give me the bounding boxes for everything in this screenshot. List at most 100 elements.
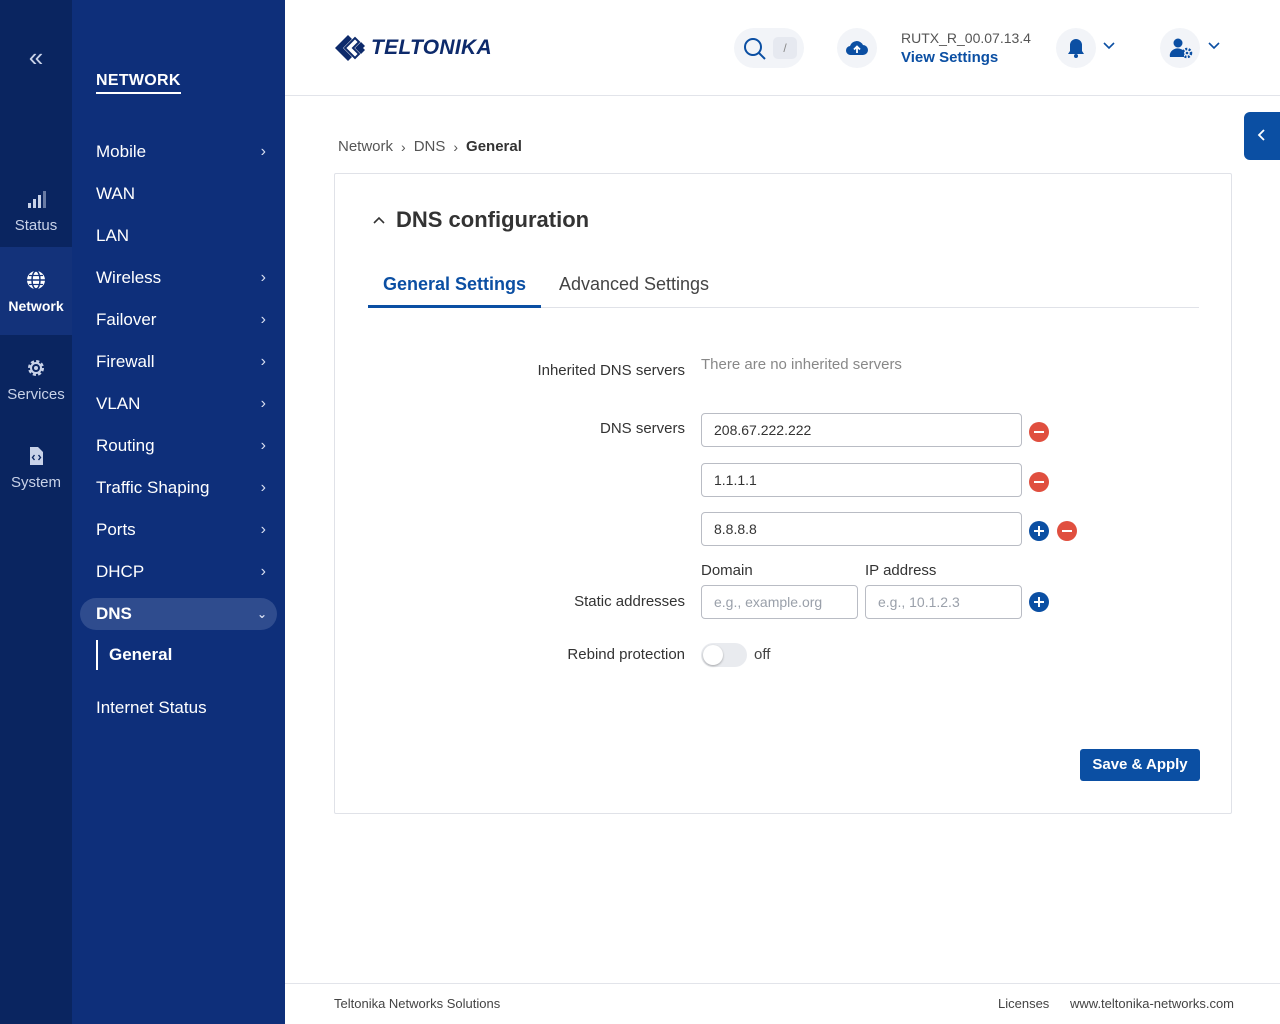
- subnav-item-dhcp[interactable]: DHCP ›: [96, 556, 276, 588]
- rail-item-status[interactable]: Status: [0, 166, 72, 254]
- domain-column-header: Domain: [701, 562, 753, 579]
- inherited-dns-label: Inherited DNS servers: [537, 362, 685, 379]
- rebind-protection-toggle[interactable]: [701, 643, 747, 667]
- settings-tabs: General Settings Advanced Settings: [368, 268, 1199, 308]
- cloud-upload-icon: [845, 41, 868, 56]
- toggle-knob: [703, 645, 723, 665]
- teltonika-logo[interactable]: TELTONIKA: [333, 30, 492, 66]
- dns-server-input-1[interactable]: 208.67.222.222: [701, 413, 1022, 447]
- footer-company: Teltonika Networks Solutions: [334, 996, 501, 1011]
- subnav-item-mobile[interactable]: Mobile ›: [96, 136, 276, 168]
- rail-item-network[interactable]: Network: [0, 247, 72, 335]
- subnav-item-wan[interactable]: WAN: [96, 178, 276, 210]
- add-dns-server-button[interactable]: [1029, 521, 1049, 541]
- section-title: DNS configuration: [396, 207, 590, 232]
- rebind-protection-state: off: [754, 646, 771, 663]
- subnav-label: Mobile: [96, 142, 147, 161]
- rail-label-status: Status: [14, 217, 58, 234]
- top-header: TELTONIKA / RUTX_R_00.07.13.4 View Setti…: [285, 0, 1280, 96]
- chevron-right-icon: ›: [453, 138, 459, 155]
- subnav-item-failover[interactable]: Failover ›: [96, 304, 276, 336]
- subnav-label: Traffic Shaping: [96, 478, 210, 497]
- rail-label-network: Network: [8, 298, 64, 314]
- notifications-chevron-down-icon[interactable]: [1101, 38, 1117, 54]
- dns-configuration-card: DNS configuration General Settings Advan…: [334, 173, 1232, 814]
- breadcrumb-general: General: [466, 138, 522, 155]
- subnav-label: Failover: [96, 310, 157, 329]
- subnav-label: DNS: [96, 604, 132, 623]
- dns-configuration-header[interactable]: DNS configuration: [372, 207, 589, 233]
- user-settings-icon: [1169, 38, 1193, 59]
- dns-server-input-2[interactable]: 1.1.1.1: [701, 463, 1022, 497]
- tab-advanced-settings[interactable]: Advanced Settings: [554, 268, 714, 308]
- subnav-label: Routing: [96, 436, 155, 455]
- rail-label-system: System: [10, 474, 61, 491]
- subnav-label: Ports: [96, 520, 136, 539]
- remove-dns-server-2-button[interactable]: [1029, 472, 1049, 492]
- subnav-item-ports[interactable]: Ports ›: [96, 514, 276, 546]
- view-settings-link[interactable]: View Settings: [901, 49, 998, 66]
- chevron-right-icon: ›: [260, 311, 266, 328]
- rail-item-system[interactable]: System: [0, 423, 72, 511]
- subnav-item-firewall[interactable]: Firewall ›: [96, 346, 276, 378]
- search-shortcut-key: /: [773, 37, 797, 59]
- save-apply-button[interactable]: Save & Apply: [1080, 749, 1200, 781]
- chevron-up-icon: [373, 216, 385, 224]
- subnav-item-routing[interactable]: Routing ›: [96, 430, 276, 462]
- subnav-title: NETWORK: [96, 72, 181, 94]
- footer-licenses-link[interactable]: Licenses: [998, 996, 1049, 1011]
- subnav-item-wireless[interactable]: Wireless ›: [96, 262, 276, 294]
- rail-item-services[interactable]: Services: [0, 335, 72, 423]
- breadcrumb-network[interactable]: Network: [338, 138, 393, 155]
- subnav-label: WAN: [96, 184, 136, 203]
- subnav-item-traffic-shaping[interactable]: Traffic Shaping ›: [96, 472, 276, 504]
- network-subnav: NETWORK Mobile › WAN LAN Wireless › Failov…: [72, 0, 285, 1024]
- remove-dns-server-3-button[interactable]: [1057, 521, 1077, 541]
- firmware-cloud-button[interactable]: [837, 28, 877, 68]
- static-ip-input[interactable]: e.g., 10.1.2.3: [865, 585, 1022, 619]
- collapse-sidebar-icon[interactable]: «: [20, 42, 52, 72]
- chevron-right-icon: ›: [260, 353, 266, 370]
- subnav-label: Firewall: [96, 352, 155, 371]
- chevron-right-icon: ›: [260, 479, 266, 496]
- bell-icon: [1068, 39, 1084, 58]
- firmware-version: RUTX_R_00.07.13.4: [901, 30, 1031, 46]
- user-menu-button[interactable]: [1160, 28, 1200, 68]
- system-file-icon: [30, 447, 43, 465]
- side-panel-toggle[interactable]: [1244, 112, 1280, 160]
- subnav-item-dns-general[interactable]: General: [96, 640, 172, 670]
- icon-rail: « Status Network Services System: [0, 0, 72, 1024]
- chevron-right-icon: ›: [260, 563, 266, 580]
- remove-dns-server-1-button[interactable]: [1029, 422, 1049, 442]
- gear-icon: [28, 360, 44, 376]
- dns-servers-label: DNS servers: [599, 420, 685, 437]
- search-icon: [744, 38, 766, 60]
- add-static-address-button[interactable]: [1029, 592, 1049, 612]
- globe-icon: [27, 270, 45, 290]
- subnav-item-vlan[interactable]: VLAN ›: [96, 388, 276, 420]
- inherited-dns-value: There are no inherited servers: [701, 356, 902, 373]
- page-footer: Teltonika Networks Solutions Licenses ww…: [285, 983, 1280, 1024]
- rebind-protection-label: Rebind protection: [567, 646, 685, 663]
- subnav-item-internet-status[interactable]: Internet Status: [96, 692, 276, 724]
- chevron-left-icon: [1257, 129, 1265, 141]
- user-chevron-down-icon[interactable]: [1206, 38, 1222, 54]
- subnav-label: Internet Status: [96, 698, 207, 717]
- tab-general-settings[interactable]: General Settings: [368, 268, 541, 308]
- subnav-label: VLAN: [96, 394, 141, 413]
- logo-text: TELTONIKA: [371, 36, 492, 59]
- subnav-label: LAN: [96, 226, 130, 245]
- notifications-button[interactable]: [1056, 28, 1096, 68]
- breadcrumb-dns[interactable]: DNS: [414, 138, 446, 155]
- footer-website-link[interactable]: www.teltonika-networks.com: [1070, 996, 1234, 1011]
- chevron-right-icon: ›: [260, 437, 266, 454]
- dns-server-input-3[interactable]: 8.8.8.8: [701, 512, 1022, 546]
- static-domain-input[interactable]: e.g., example.org: [701, 585, 858, 619]
- search-button[interactable]: /: [734, 28, 804, 68]
- breadcrumb: Network › DNS › General: [338, 138, 522, 155]
- subnav-item-lan[interactable]: LAN: [96, 220, 276, 252]
- chevron-right-icon: ›: [260, 521, 266, 538]
- chevron-right-icon: ›: [260, 395, 266, 412]
- subnav-item-dns[interactable]: DNS ⌄: [80, 598, 277, 630]
- chevron-right-icon: ›: [401, 138, 406, 155]
